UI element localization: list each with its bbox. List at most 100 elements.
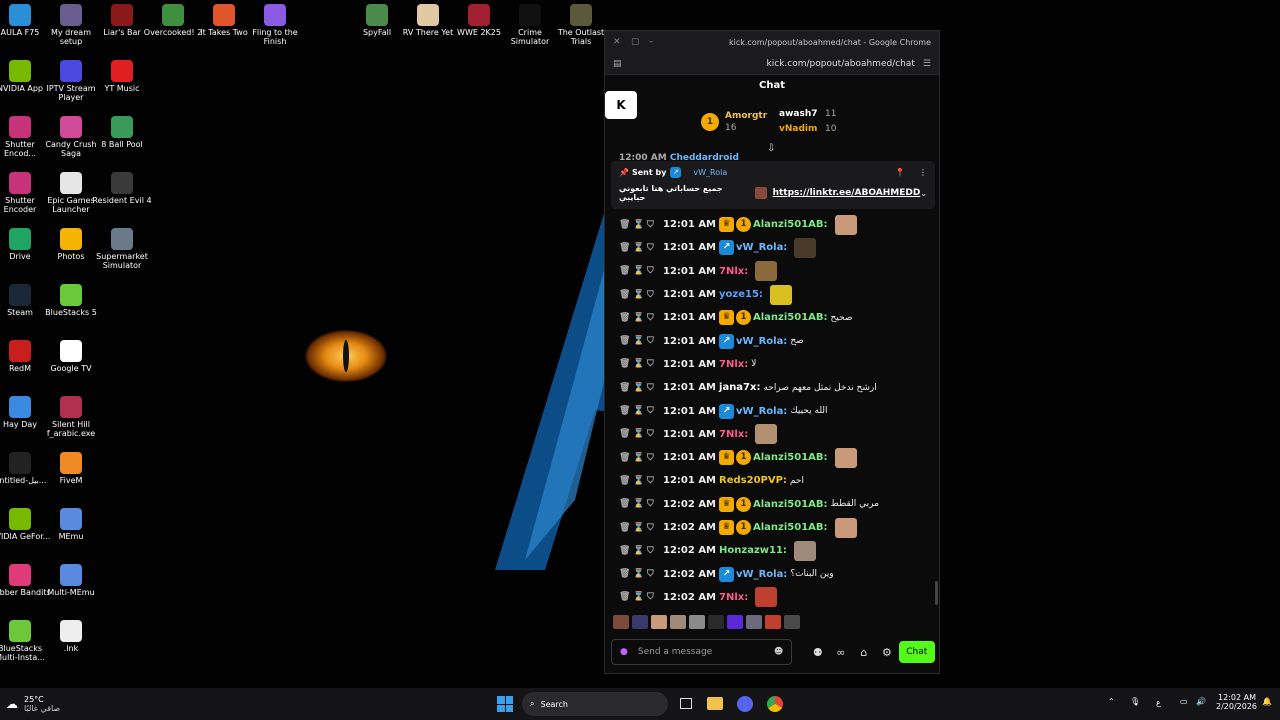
timeout-icon[interactable]: ⌛: [633, 476, 647, 486]
trash-icon[interactable]: 🗑: [619, 243, 633, 253]
chat-button[interactable]: Chat: [898, 641, 935, 663]
timeout-icon[interactable]: ⌛: [633, 592, 647, 602]
emote-thumb[interactable]: [632, 615, 648, 629]
emote-thumb[interactable]: [727, 615, 743, 629]
volume-icon[interactable]: 🔊: [1196, 697, 1206, 706]
trash-icon[interactable]: 🗑: [619, 499, 633, 509]
timeout-icon[interactable]: ⌛: [633, 429, 647, 439]
trash-icon[interactable]: 🗑: [619, 476, 633, 486]
trash-icon[interactable]: 🗑: [619, 266, 633, 276]
timeout-icon[interactable]: ⌛: [633, 359, 647, 369]
desktop-icon[interactable]: 8 Ball Pool: [91, 116, 153, 149]
emote-thumb[interactable]: [689, 615, 705, 629]
ban-icon[interactable]: ⛉: [647, 290, 661, 300]
chevron-down-icon[interactable]: ⌄: [920, 189, 927, 198]
timeout-icon[interactable]: ⌛: [633, 383, 647, 393]
start-icon[interactable]: [497, 696, 513, 712]
clock[interactable]: 12:02 AM 2/20/2026: [1216, 693, 1257, 711]
bell-icon[interactable]: 🔔: [1262, 697, 1272, 706]
more-icon[interactable]: ⋮: [919, 168, 927, 177]
emote-thumb[interactable]: [613, 615, 629, 629]
desktop-icon[interactable]: Google TV: [40, 340, 102, 373]
timeout-icon[interactable]: ⌛: [633, 569, 647, 579]
emote-thumb[interactable]: [784, 615, 800, 629]
message-username[interactable]: jana7x:: [719, 382, 760, 393]
search-box[interactable]: ⌕ Search: [522, 692, 668, 716]
kick-logo-icon[interactable]: K: [605, 91, 637, 119]
trash-icon[interactable]: 🗑: [619, 336, 633, 346]
users-icon[interactable]: ⚉: [806, 646, 829, 659]
message-username[interactable]: Alanzi501AB:: [753, 522, 828, 533]
trash-icon[interactable]: 🗑: [619, 359, 633, 369]
ban-icon[interactable]: ⛉: [647, 476, 661, 486]
desktop-icon[interactable]: The Outlast Trials: [550, 4, 612, 46]
ban-icon[interactable]: ⛉: [647, 429, 661, 439]
timeout-icon[interactable]: ⌛: [633, 523, 647, 533]
trash-icon[interactable]: 🗑: [619, 569, 633, 579]
desktop-icon[interactable]: FiveM: [40, 452, 102, 485]
message-username[interactable]: vW_Rola:: [736, 242, 787, 253]
timeout-icon[interactable]: ⌛: [633, 266, 647, 276]
store-icon[interactable]: ⌂: [852, 646, 875, 659]
timeout-icon[interactable]: ⌛: [633, 546, 647, 556]
message-username[interactable]: Alanzi501AB:: [753, 452, 828, 463]
trash-icon[interactable]: 🗑: [619, 313, 633, 323]
emote-thumb[interactable]: [765, 615, 781, 629]
network-icon[interactable]: ▭: [1180, 697, 1188, 706]
timeout-icon[interactable]: ⌛: [633, 290, 647, 300]
message-username[interactable]: vW_Rola:: [736, 406, 787, 417]
emote-thumb[interactable]: [746, 615, 762, 629]
site-info-icon[interactable]: ▤: [613, 59, 622, 69]
ban-icon[interactable]: ⛉: [647, 383, 661, 393]
mic-icon[interactable]: ●: [620, 647, 628, 657]
ban-icon[interactable]: ⛉: [647, 592, 661, 602]
desktop-icon[interactable]: MEmu: [40, 508, 102, 541]
gear-icon[interactable]: ⚙: [875, 646, 898, 659]
ban-icon[interactable]: ⛉: [647, 499, 661, 509]
message-username[interactable]: 7Nlx:: [719, 592, 748, 603]
discord-icon[interactable]: [737, 696, 753, 712]
infinity-icon[interactable]: ∞: [829, 646, 852, 659]
weather-widget[interactable]: ☁ 25°C صافي غالبًا: [6, 695, 60, 713]
message-input[interactable]: ● Send a message ☻: [611, 639, 793, 665]
message-username[interactable]: 7Nlx:: [719, 359, 748, 370]
message-username[interactable]: Alanzi501AB:: [753, 312, 828, 323]
trash-icon[interactable]: 🗑: [619, 406, 633, 416]
emote-thumb[interactable]: [651, 615, 667, 629]
emote-thumb[interactable]: [670, 615, 686, 629]
ban-icon[interactable]: ⛉: [647, 453, 661, 463]
ban-icon[interactable]: ⛉: [647, 313, 661, 323]
filter-icon[interactable]: ⇩: [767, 143, 775, 154]
trash-icon[interactable]: 🗑: [619, 383, 633, 393]
emoji-icon[interactable]: ☻: [774, 647, 783, 657]
desktop-icon[interactable]: Fling to the Finish: [244, 4, 306, 46]
message-username[interactable]: 7Nlx:: [719, 266, 748, 277]
timeout-icon[interactable]: ⌛: [633, 243, 647, 253]
message-username[interactable]: Alanzi501AB:: [753, 219, 828, 230]
ban-icon[interactable]: ⛉: [647, 546, 661, 556]
maximize-icon[interactable]: ▢: [631, 37, 649, 47]
message-username[interactable]: Reds20PVP:: [719, 475, 787, 486]
scrollbar[interactable]: [935, 581, 938, 605]
pinned-sender[interactable]: vW_Rola: [693, 168, 727, 177]
desktop-icon[interactable]: BlueStacks 5: [40, 284, 102, 317]
pinned-link[interactable]: https://linktr.ee/ABOAHMEDD: [773, 188, 921, 198]
chrome-icon[interactable]: [767, 696, 783, 712]
ban-icon[interactable]: ⛉: [647, 359, 661, 369]
trash-icon[interactable]: 🗑: [619, 592, 633, 602]
ban-icon[interactable]: ⛉: [647, 336, 661, 346]
trash-icon[interactable]: 🗑: [619, 220, 633, 230]
message-username[interactable]: Alanzi501AB:: [753, 499, 828, 510]
chevron-up-icon[interactable]: ⌃: [1108, 697, 1115, 706]
emote-thumb[interactable]: [708, 615, 724, 629]
timeout-icon[interactable]: ⌛: [633, 499, 647, 509]
leader-name[interactable]: awash7: [779, 109, 818, 119]
trash-icon[interactable]: 🗑: [619, 546, 633, 556]
message-username[interactable]: yoze15:: [719, 289, 763, 300]
timeout-icon[interactable]: ⌛: [633, 336, 647, 346]
desktop-icon[interactable]: Supermarket Simulator: [91, 228, 153, 270]
trash-icon[interactable]: 🗑: [619, 453, 633, 463]
message-username[interactable]: vW_Rola:: [736, 336, 787, 347]
close-icon[interactable]: ✕: [613, 37, 631, 47]
desktop-icon[interactable]: Resident Evil 4: [91, 172, 153, 205]
